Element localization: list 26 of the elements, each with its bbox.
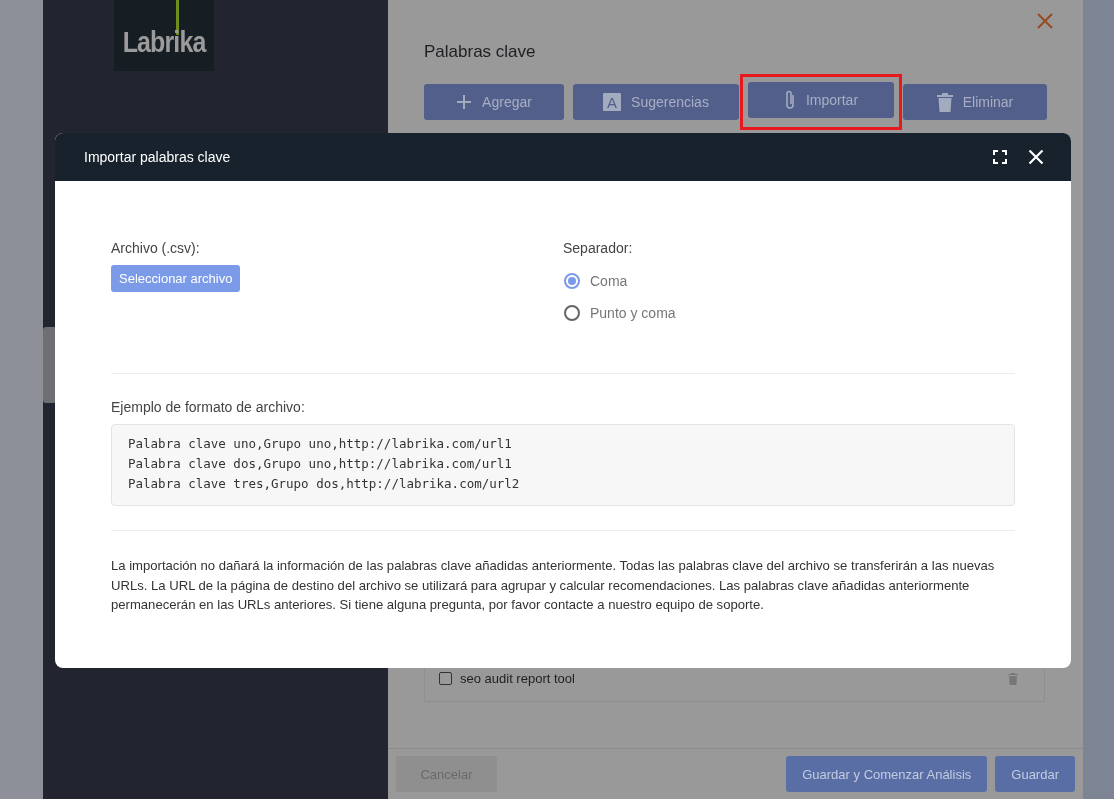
footer-button[interactable]: Guardar y Comenzar Análisis [786,756,988,792]
radio-option[interactable]: Coma [564,265,628,297]
fullscreen-icon[interactable] [993,150,1007,164]
toolbar-button[interactable]: A Sugerencias [573,84,739,120]
separator-label: Separador: [563,240,634,256]
dialog-title: Importar palabras clave [84,149,232,165]
note-text: La importación no dañará la información de las palabras clave añadidas anteriormente. Todas las palabras clave del archivo se transferirán a las nuevas URLs. La URL de la página de destino del archivo se utilizará para agrupar y calcular recomendaciones. Las palabras clave añadidas anteriormente permanecerán en las URLs anteriores. Si tiene alguna pregunta, por favor contacte a nuestro equipo de soporte. [111,557,996,614]
code-line: Palabra clave tres,Grupo dos,http://labrika.com/url2 [128,475,521,493]
paperclip-icon [783,89,796,111]
section-title: Palabras clave [424,42,536,62]
plus-icon [456,94,473,110]
letter-icon: A [603,93,622,111]
toolbar-button[interactable]: Eliminar [903,84,1047,120]
code-line: Palabra clave dos,Grupo uno,http://labrika.com/url1 [128,455,513,473]
footer-button[interactable]: Guardar [995,756,1075,792]
toolbar-button[interactable]: Importar [748,82,894,118]
code-line: Palabra clave uno,Grupo uno,http://labrika.com/url1 [128,435,513,453]
trash-icon [936,92,953,112]
checkbox[interactable] [439,672,452,685]
file-label: Archivo (.csv): [111,240,201,256]
logo: Labrika [114,0,214,71]
radio-option[interactable]: Punto y coma [564,297,676,329]
toolbar-button[interactable]: Agregar [424,84,564,120]
keyword-text: seo audit report tool [460,671,576,686]
example-label: Ejemplo de formato de archivo: [111,399,306,415]
select-file-button[interactable]: Seleccionar archivo [111,265,241,292]
